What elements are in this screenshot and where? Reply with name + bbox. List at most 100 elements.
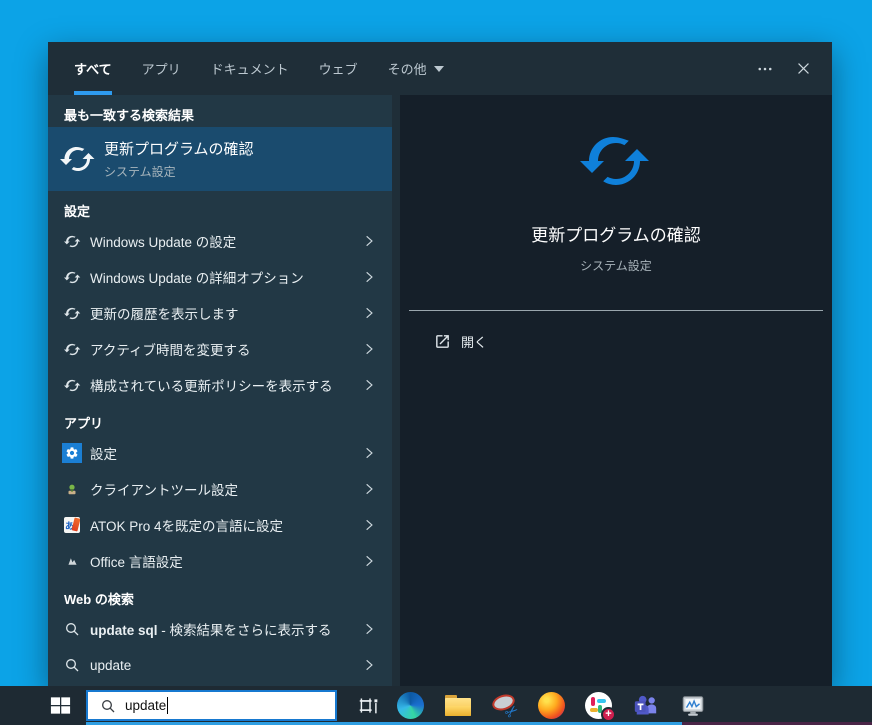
chevron-right-icon[interactable] <box>362 658 376 672</box>
tab-more[interactable]: その他 <box>388 42 444 95</box>
refresh-icon <box>62 267 82 287</box>
web-query: update sql <box>90 623 158 638</box>
windows-logo-icon <box>50 697 70 714</box>
refresh-icon <box>62 375 82 395</box>
search-icon <box>62 619 82 639</box>
result-office-language-settings[interactable]: Office 言語設定 <box>48 543 392 579</box>
tab-web[interactable]: ウェブ <box>319 42 358 95</box>
search-input-value: update <box>125 698 167 713</box>
result-label: アクティブ時間を変更する <box>90 343 251 358</box>
tab-all[interactable]: すべて <box>74 42 112 95</box>
performance-monitor-icon <box>682 695 703 716</box>
open-icon <box>434 333 451 350</box>
result-label: Windows Update の詳細オプション <box>90 271 304 286</box>
result-label: ATOK Pro 4を既定の言語に設定 <box>90 519 284 534</box>
best-match-item[interactable]: 更新プログラムの確認 システム設定 <box>48 127 392 191</box>
file-explorer-icon <box>444 695 471 716</box>
preview-divider <box>409 310 823 311</box>
chevron-right-icon[interactable] <box>362 234 376 248</box>
result-label: 設定 <box>90 447 117 462</box>
gear-icon <box>66 447 78 459</box>
result-update-history[interactable]: 更新の履歴を表示します <box>48 295 392 331</box>
tab-documents[interactable]: ドキュメント <box>211 42 289 95</box>
search-icon <box>100 698 116 714</box>
search-icon <box>62 655 82 675</box>
tab-more-label: その他 <box>387 62 427 77</box>
search-flyout: すべて アプリ ドキュメント ウェブ その他 最も一致する検索結果 更新プログラ… <box>48 42 832 686</box>
office-language-icon <box>62 551 82 571</box>
desktop: すべて アプリ ドキュメント ウェブ その他 最も一致する検索結果 更新プログラ… <box>0 0 872 725</box>
best-match-header: 最も一致する検索結果 <box>64 107 195 123</box>
teams-taskbar-button[interactable] <box>622 686 669 725</box>
preview-title: 更新プログラムの確認 <box>531 226 701 245</box>
preview-panel: 更新プログラムの確認 システム設定 開く <box>400 95 832 686</box>
performance-monitor-taskbar-button[interactable] <box>669 686 716 725</box>
more-options-button[interactable] <box>746 50 784 88</box>
chevron-right-icon[interactable] <box>362 622 376 636</box>
chevron-right-icon[interactable] <box>362 306 376 320</box>
refresh-icon <box>60 141 96 177</box>
ellipsis-icon <box>758 67 772 70</box>
file-explorer-taskbar-button[interactable] <box>434 686 481 725</box>
results-panel: 最も一致する検索結果 更新プログラムの確認 システム設定 設定 Windows … <box>48 95 392 686</box>
slack-taskbar-button[interactable]: + <box>575 686 622 725</box>
taskbar: update ✂ + <box>0 686 872 725</box>
best-match-title: 更新プログラムの確認 <box>104 141 254 158</box>
chevron-right-icon[interactable] <box>362 378 376 392</box>
result-atok-default-language[interactable]: あ ATOK Pro 4を既定の言語に設定 <box>48 507 392 543</box>
text-cursor <box>167 697 169 714</box>
refresh-icon <box>580 125 652 197</box>
result-update-policies[interactable]: 構成されている更新ポリシーを表示する <box>48 367 392 403</box>
chevron-right-icon[interactable] <box>362 342 376 356</box>
close-icon <box>797 63 809 74</box>
snipping-tool-icon: ✂ <box>490 691 523 723</box>
result-windows-update-settings[interactable]: Windows Update の設定 <box>48 223 392 259</box>
search-tabbar: すべて アプリ ドキュメント ウェブ その他 <box>48 42 832 95</box>
close-button[interactable] <box>784 50 822 88</box>
notification-badge: + <box>601 707 616 722</box>
section-header-settings: 設定 <box>64 203 91 219</box>
start-button[interactable] <box>44 690 76 722</box>
section-header-apps: アプリ <box>64 415 104 431</box>
result-label: Windows Update の設定 <box>90 235 237 250</box>
open-action[interactable]: 開く <box>426 328 495 355</box>
slack-icon: + <box>585 692 616 722</box>
open-label: 開く <box>461 335 488 350</box>
best-match-subtitle: システム設定 <box>104 165 176 179</box>
snipping-tool-taskbar-button[interactable]: ✂ <box>481 686 528 725</box>
result-windows-update-advanced[interactable]: Windows Update の詳細オプション <box>48 259 392 295</box>
task-view-button[interactable] <box>349 690 387 722</box>
firefox-taskbar-button[interactable] <box>528 686 575 725</box>
firefox-icon <box>538 692 565 719</box>
web-query: update <box>90 657 132 673</box>
chevron-right-icon[interactable] <box>362 446 376 460</box>
section-header-web: Web の検索 <box>64 591 134 607</box>
result-active-hours[interactable]: アクティブ時間を変更する <box>48 331 392 367</box>
refresh-icon <box>62 231 82 251</box>
result-client-tool-settings[interactable]: クライアントツール設定 <box>48 471 392 507</box>
result-label: Office 言語設定 <box>90 555 183 570</box>
settings-app-icon <box>62 443 82 463</box>
web-query-suffix: - 検索結果をさらに表示する <box>157 623 332 638</box>
tab-apps[interactable]: アプリ <box>142 42 181 95</box>
chevron-right-icon[interactable] <box>362 270 376 284</box>
edge-icon <box>397 692 424 719</box>
result-settings-app[interactable]: 設定 <box>48 435 392 471</box>
result-web-update-sql[interactable]: update sql - 検索結果をさらに表示する <box>48 611 392 647</box>
taskbar-search-input[interactable]: update <box>86 690 337 721</box>
task-view-icon <box>359 697 378 713</box>
result-label: クライアントツール設定 <box>90 483 238 498</box>
preview-subtitle: システム設定 <box>580 259 652 273</box>
chevron-right-icon[interactable] <box>362 518 376 532</box>
teams-icon <box>634 695 657 715</box>
chevron-right-icon[interactable] <box>362 482 376 496</box>
result-label: 更新の履歴を表示します <box>90 307 239 322</box>
atok-icon: あ <box>62 515 82 535</box>
refresh-icon <box>62 339 82 359</box>
result-label: update sql - 検索結果をさらに表示する <box>90 619 332 639</box>
result-label: update <box>90 658 131 673</box>
refresh-icon <box>62 303 82 323</box>
chevron-right-icon[interactable] <box>362 554 376 568</box>
result-web-update[interactable]: update <box>48 647 392 683</box>
edge-taskbar-button[interactable] <box>387 686 434 725</box>
